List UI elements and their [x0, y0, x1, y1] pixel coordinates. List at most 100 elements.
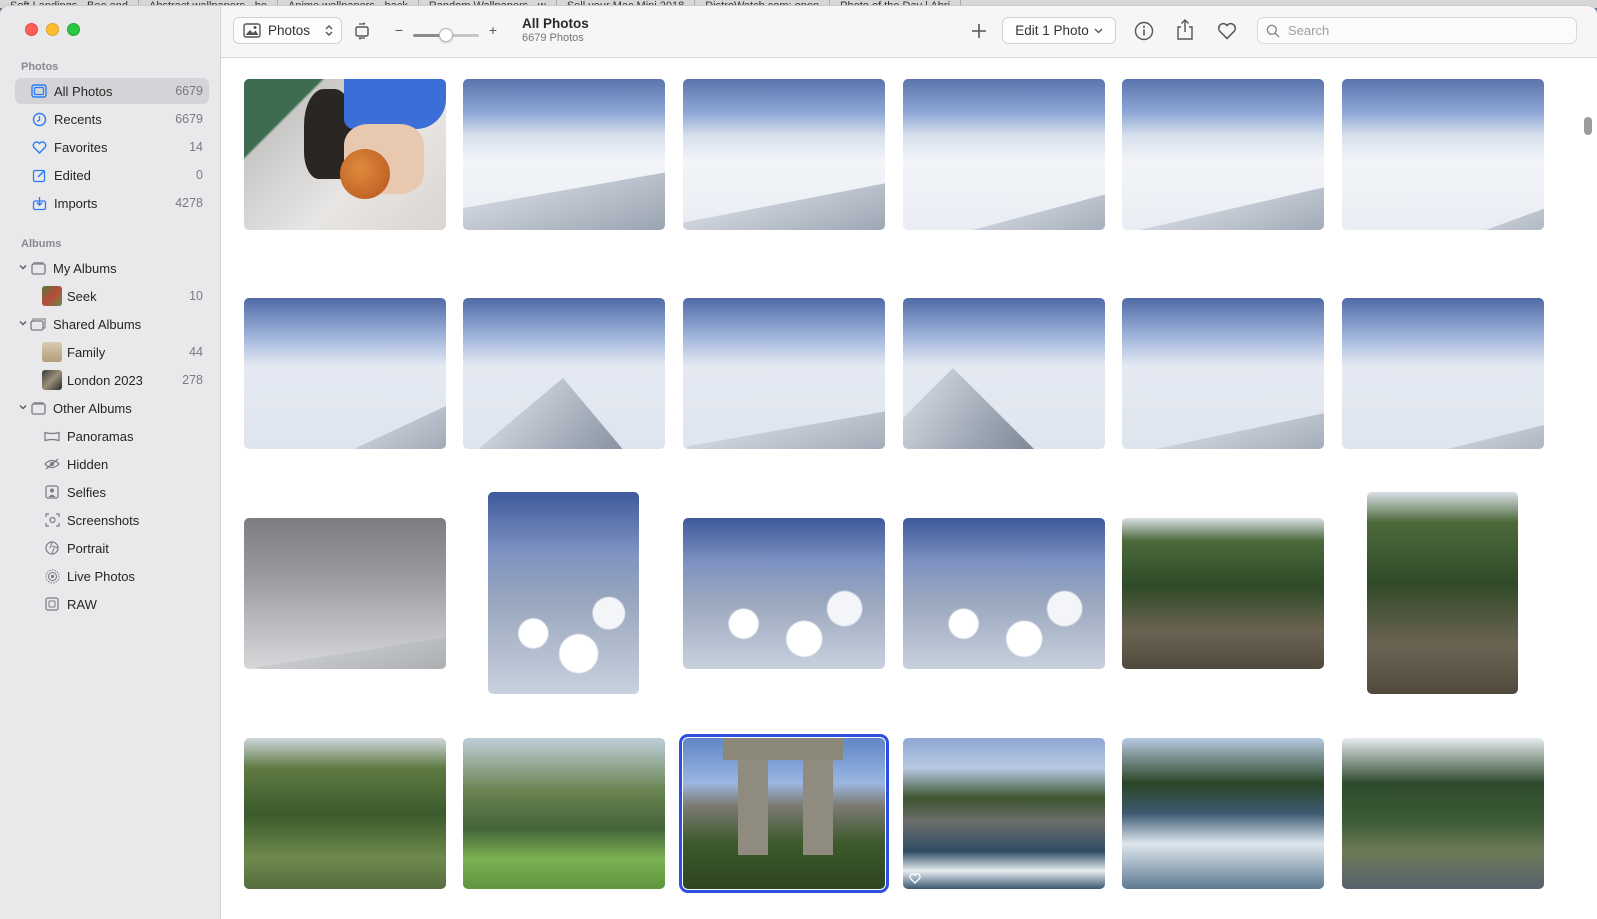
sidebar-item-raw[interactable]: RAW	[15, 591, 209, 617]
section-label-photos: Photos	[21, 61, 59, 73]
sidebar-item-recents[interactable]: Recents 6679	[15, 106, 209, 132]
photo-thumbnail[interactable]	[1122, 738, 1324, 889]
chevron-down-icon[interactable]	[19, 403, 27, 411]
photo-thumbnail[interactable]	[244, 738, 446, 889]
sidebar-group-my-albums[interactable]: My Albums	[15, 255, 209, 281]
item-count: 4278	[175, 196, 203, 210]
favorite-heart-icon[interactable]	[1216, 21, 1238, 41]
photo-thumbnail[interactable]	[903, 298, 1105, 449]
rotate-icon[interactable]	[352, 21, 372, 41]
favorite-badge-icon	[909, 873, 921, 884]
zoom-slider-knob[interactable]	[439, 28, 453, 42]
photo-thumbnail[interactable]	[683, 298, 885, 449]
photo-thumbnail[interactable]	[903, 738, 1105, 889]
sidebar-item-label: RAW	[67, 596, 97, 612]
sidebar-group-shared-albums[interactable]: Shared Albums	[15, 311, 209, 337]
live-photo-icon	[44, 568, 60, 584]
sidebar-item-label: Imports	[54, 195, 98, 211]
title-block: All Photos 6679 Photos	[522, 16, 589, 44]
sidebar-item-live-photos[interactable]: Live Photos	[15, 563, 209, 589]
zoom-window-button[interactable]	[67, 23, 80, 36]
sidebar-item-label: Other Albums	[53, 400, 132, 416]
sidebar-item-imports[interactable]: Imports 4278	[15, 190, 209, 216]
sidebar-item-label: Shared Albums	[53, 316, 142, 332]
sidebar-group-other-albums[interactable]: Other Albums	[15, 395, 209, 421]
photo-thumbnail[interactable]	[1122, 79, 1324, 230]
photo-thumbnail[interactable]	[1342, 79, 1544, 230]
photo-thumbnail[interactable]	[1122, 518, 1324, 669]
sidebar-item-edited[interactable]: Edited 0	[15, 162, 209, 188]
scrollbar-thumb[interactable]	[1584, 117, 1592, 135]
item-count: 14	[189, 140, 203, 154]
add-icon[interactable]	[969, 21, 989, 41]
zoom-slider[interactable]	[413, 28, 479, 42]
photos-window: Photos All Photos 6679 Recents 6679 Favo…	[0, 6, 1597, 919]
photo-count-subtitle: 6679 Photos	[522, 32, 584, 44]
screenshot-icon	[44, 512, 60, 528]
photo-thumbnail[interactable]	[244, 298, 446, 449]
photo-thumbnail[interactable]	[683, 79, 885, 230]
item-count: 6679	[175, 112, 203, 126]
sidebar: Photos All Photos 6679 Recents 6679 Favo…	[0, 6, 221, 919]
chevron-down-icon[interactable]	[19, 319, 27, 327]
photo-thumbnail[interactable]	[488, 492, 639, 694]
view-selector-dropdown[interactable]: Photos	[233, 17, 342, 44]
chevron-down-icon	[1094, 28, 1103, 34]
window-controls	[25, 23, 80, 36]
minimize-window-button[interactable]	[46, 23, 59, 36]
sidebar-item-hidden[interactable]: Hidden	[15, 451, 209, 477]
photo-thumbnail[interactable]	[1342, 738, 1544, 889]
zoom-in-button[interactable]: +	[487, 22, 499, 38]
photo-thumbnail[interactable]	[903, 79, 1105, 230]
search-field[interactable]: Search	[1257, 17, 1577, 44]
photo-thumbnail[interactable]	[1367, 492, 1518, 694]
section-label-albums: Albums	[21, 238, 62, 250]
sidebar-item-label: All Photos	[54, 83, 113, 99]
sidebar-item-label: Favorites	[54, 139, 108, 155]
sidebar-item-london-2023[interactable]: London 2023 278	[15, 367, 209, 393]
sidebar-item-favorites[interactable]: Favorites 14	[15, 134, 209, 160]
grid-scrollbar[interactable]	[1579, 59, 1597, 919]
zoom-out-button[interactable]: −	[393, 22, 405, 38]
sidebar-item-all-photos[interactable]: All Photos 6679	[15, 78, 209, 104]
sidebar-item-label: Panoramas	[67, 428, 134, 444]
item-count: 0	[196, 168, 203, 182]
sidebar-item-screenshots[interactable]: Screenshots	[15, 507, 209, 533]
photo-thumbnail[interactable]	[463, 738, 665, 889]
sidebar-item-label: Screenshots	[67, 512, 140, 528]
sidebar-item-portrait[interactable]: Portrait	[15, 535, 209, 561]
photo-thumbnail[interactable]	[244, 518, 446, 669]
sidebar-item-label: Selfies	[67, 484, 107, 500]
photo-thumbnail-selected[interactable]	[679, 734, 889, 893]
import-icon	[31, 195, 47, 211]
sidebar-item-label: Recents	[54, 111, 102, 127]
photo-thumbnail[interactable]	[244, 79, 446, 230]
chevron-updown-icon	[325, 24, 333, 37]
page-title: All Photos	[522, 16, 589, 31]
sidebar-item-label: Edited	[54, 167, 91, 183]
sidebar-item-panoramas[interactable]: Panoramas	[15, 423, 209, 449]
photo-thumbnail[interactable]	[1122, 298, 1324, 449]
sidebar-item-seek[interactable]: Seek 10	[15, 283, 209, 309]
edit-photo-button[interactable]: Edit 1 Photo	[1002, 17, 1116, 44]
close-window-button[interactable]	[25, 23, 38, 36]
eye-slash-icon	[44, 456, 60, 472]
shared-folder-icon	[30, 316, 46, 332]
photo-icon	[243, 23, 261, 38]
sidebar-item-selfies[interactable]: Selfies	[15, 479, 209, 505]
search-placeholder: Search	[1288, 23, 1330, 38]
photo-thumbnail[interactable]	[903, 518, 1105, 669]
sidebar-item-label: My Albums	[53, 260, 117, 276]
photos-grid-icon	[31, 83, 47, 99]
sidebar-item-family[interactable]: Family 44	[15, 339, 209, 365]
album-thumbnail	[42, 286, 62, 306]
share-icon[interactable]	[1174, 18, 1196, 42]
photo-thumbnail[interactable]	[683, 518, 885, 669]
chevron-down-icon[interactable]	[19, 263, 27, 271]
photo-thumbnail[interactable]	[1342, 298, 1544, 449]
info-icon[interactable]	[1133, 20, 1155, 42]
photo-thumbnail[interactable]	[463, 298, 665, 449]
sidebar-item-label: Seek	[67, 288, 97, 304]
sidebar-item-label: Live Photos	[67, 568, 135, 584]
photo-thumbnail[interactable]	[463, 79, 665, 230]
